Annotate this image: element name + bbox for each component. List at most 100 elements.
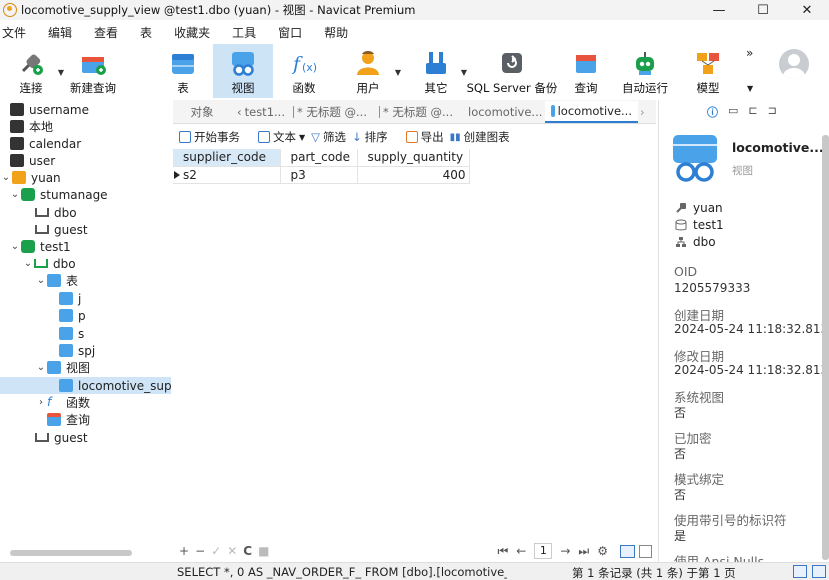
tables-folder[interactable]: ⌄ 表 [35,272,78,289]
menu-tools[interactable]: 工具 [230,24,264,42]
sort-button[interactable]: ↓ 排序 [352,129,388,145]
menu-view[interactable]: 查看 [92,24,126,42]
connection-yuan[interactable]: ⌄ yuan [0,169,61,186]
connection-local[interactable]: 本地 [10,118,53,135]
maximize-button[interactable]: ☐ [741,0,785,20]
function-button[interactable]: f (x) 函数 [279,44,329,98]
tab-objects[interactable]: 对象 [173,101,231,123]
apply-changes-button[interactable]: ✓ [211,544,221,558]
panel-toggle-right-icon[interactable] [812,565,826,578]
menu-window[interactable]: 窗口 [276,24,310,42]
filter-button[interactable]: ▽ 筛选 [311,129,346,145]
settings-icon[interactable]: ⚙ [597,544,608,558]
dependencies-icon[interactable]: ⊏ [748,104,757,120]
chevron-down-icon[interactable]: ⌄ [0,172,12,183]
create-chart-button[interactable]: ▮▮ 创建图表 [450,129,510,145]
info-panel-scrollbar[interactable] [822,135,829,560]
table-button[interactable]: 表 [160,44,206,98]
connect-dropdown-icon[interactable]: ▼ [58,68,64,77]
chevron-right-icon[interactable]: › [640,105,645,119]
avatar[interactable] [779,49,809,79]
ddl-icon[interactable]: ▭ [728,104,738,120]
delete-record-button[interactable]: − [195,544,205,558]
prev-page-button[interactable]: ← [516,544,526,558]
schema-guest-test1[interactable]: guest [35,429,88,446]
toolbar-more-button[interactable]: » [746,46,753,60]
table-cell[interactable]: 400 [357,166,470,184]
chevron-left-icon[interactable]: ‹ [237,105,242,119]
views-folder[interactable]: ⌄ 视图 [35,359,90,376]
schema-dbo-test1[interactable]: ⌄ dbo [22,255,76,272]
tab-locomotive-view[interactable]: locomotive... [545,100,638,123]
chevron-down-icon[interactable]: ⌄ [9,241,21,252]
table-cell[interactable]: p3 [280,166,358,184]
page-number-input[interactable]: 1 [534,543,553,559]
first-page-button[interactable]: ⏮ [497,544,508,559]
chevron-down-icon[interactable]: ⌄ [22,258,34,269]
schema-dbo[interactable]: dbo [35,204,77,221]
menu-table[interactable]: 表 [138,24,160,42]
close-button[interactable]: ✕ [785,0,829,20]
tab-untitled-2[interactable]: * 无标题 @... [373,101,459,123]
others-button[interactable]: 其它 ▼ [413,44,467,98]
model-button[interactable]: 模型 [688,44,728,98]
table-spj[interactable]: spj [59,342,95,359]
others-dropdown-icon[interactable]: ▼ [461,68,467,77]
stop-button[interactable]: ■ [258,544,269,558]
menu-favorites[interactable]: 收藏夹 [172,24,218,42]
chevron-down-icon[interactable]: ⌄ [9,189,21,200]
column-header[interactable]: supplier_code [173,149,281,167]
new-query-button[interactable]: 新建查询 [68,44,118,98]
table-p[interactable]: p [59,307,86,324]
column-header[interactable]: part_code [280,149,358,167]
menu-edit[interactable]: 编辑 [46,24,80,42]
user-dropdown-icon[interactable]: ▼ [395,68,401,77]
view-button[interactable]: 视图 [213,44,273,98]
next-page-button[interactable]: → [560,544,570,558]
chevron-down-icon[interactable]: ⌄ [35,362,47,373]
info-icon[interactable]: ⓘ [707,104,718,120]
table-cell[interactable]: s2 [173,166,281,184]
menu-help[interactable]: 帮助 [322,24,356,42]
nav-horizontal-scrollbar[interactable] [10,550,132,556]
column-header[interactable]: supply_quantity [357,149,470,167]
sql-server-backup-button[interactable]: SQL Server 备份 [467,44,557,98]
connect-button[interactable]: 连接 ▼ [6,44,64,98]
chevron-right-icon[interactable]: › [35,397,47,408]
table-row[interactable]: s2 p3 400 [173,166,470,184]
database-stumanage[interactable]: ⌄ stumanage [9,186,108,203]
view-icon [59,379,73,392]
menu-file[interactable]: 文件 [0,24,34,42]
query-button[interactable]: 查询 [566,44,606,98]
form-view-icon[interactable] [639,544,652,558]
refresh-button[interactable]: C [243,544,252,558]
view-locomotive-supply[interactable]: locomotive_supply [0,377,171,394]
functions-folder[interactable]: › f 函数 [35,394,90,411]
last-page-button[interactable]: ⏭ [578,544,589,559]
user-button[interactable]: 用户 ▼ [343,44,401,98]
minimize-button[interactable]: — [697,0,741,20]
begin-transaction-button[interactable]: 开始事务 [179,129,240,145]
automation-button[interactable]: 自动运行 [620,44,670,98]
queries-folder[interactable]: 查询 [47,411,90,428]
toolbar-more-dropdown-icon[interactable]: ▼ [747,84,753,93]
tab-locomotive-query[interactable]: locomotive... [459,101,545,123]
connection-calendar[interactable]: calendar [10,135,81,152]
panel-toggle-left-icon[interactable] [793,565,807,578]
table-s[interactable]: s [59,325,84,342]
text-button[interactable]: 文本 ▼ [258,129,305,145]
grid-view-icon[interactable] [620,544,635,558]
connection-user[interactable]: user [10,152,55,169]
tab-test1[interactable]: ‹ test1... [231,101,287,123]
menu-bar: 文件 编辑 查看 表 收藏夹 工具 窗口 帮助 [0,24,368,42]
relations-icon[interactable]: ⊐ [768,104,777,120]
tab-untitled-1[interactable]: * 无标题 @... [287,101,373,123]
discard-changes-button[interactable]: ✕ [227,544,237,558]
database-test1[interactable]: ⌄ test1 [9,238,71,255]
chevron-down-icon[interactable]: ⌄ [35,275,47,286]
table-j[interactable]: j [59,290,81,307]
add-record-button[interactable]: + [179,544,189,558]
export-button[interactable]: 导出 [405,129,444,145]
connection-username[interactable]: username [10,101,89,118]
schema-guest[interactable]: guest [35,221,88,238]
